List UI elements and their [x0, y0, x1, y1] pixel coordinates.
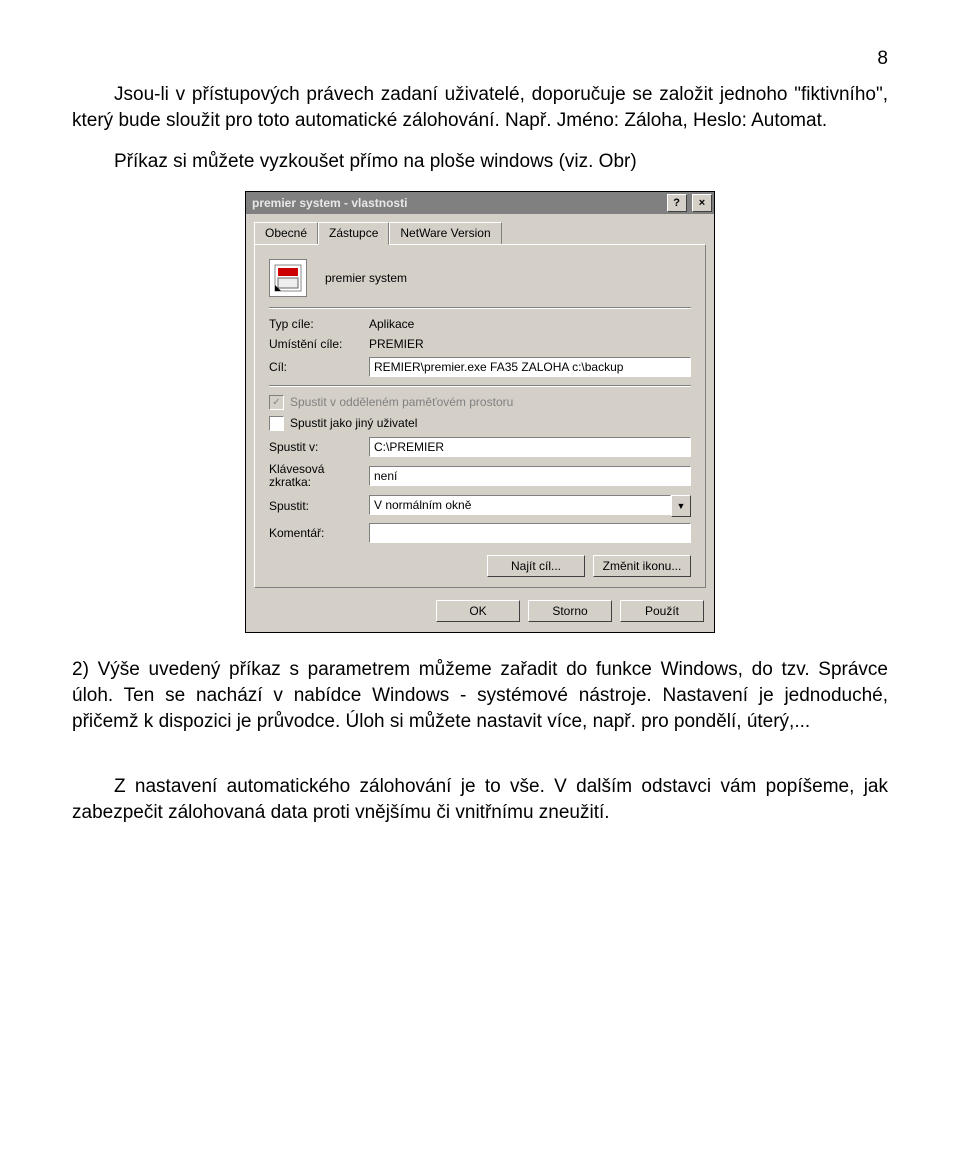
find-target-button[interactable]: Najít cíl...: [487, 555, 585, 577]
shortcut-panel: premier system Typ cíle: Aplikace Umístě…: [254, 244, 706, 588]
app-icon: [269, 259, 307, 297]
help-button[interactable]: ?: [667, 194, 687, 212]
run-as-label: Spustit jako jiný uživatel: [290, 416, 417, 430]
paragraph-4: Z nastavení automatického zálohování je …: [72, 774, 888, 825]
hotkey-input[interactable]: není: [369, 466, 691, 486]
apply-button[interactable]: Použít: [620, 600, 704, 622]
paragraph-2: Příkaz si můžete vyzkoušet přímo na ploš…: [72, 149, 888, 175]
target-type-value: Aplikace: [369, 317, 414, 331]
target-input[interactable]: REMIER\premier.exe FA35 ZALOHA c:\backup: [369, 357, 691, 377]
tab-general[interactable]: Obecné: [254, 222, 318, 244]
target-label: Cíl:: [269, 360, 369, 374]
separator: [269, 385, 691, 387]
separate-memory-label: Spustit v odděleném paměťovém prostoru: [290, 395, 513, 409]
paragraph-1: Jsou-li v přístupových právech zadaní už…: [72, 82, 888, 133]
ok-button[interactable]: OK: [436, 600, 520, 622]
page-number: 8: [72, 48, 888, 70]
chevron-down-icon[interactable]: ▼: [671, 495, 691, 517]
comment-input[interactable]: [369, 523, 691, 543]
run-as-checkbox[interactable]: [269, 416, 284, 431]
change-icon-button[interactable]: Změnit ikonu...: [593, 555, 691, 577]
separator: [269, 307, 691, 309]
start-in-input[interactable]: C:\PREMIER: [369, 437, 691, 457]
properties-dialog: premier system - vlastnosti ? × Obecné Z…: [245, 191, 715, 633]
close-button[interactable]: ×: [692, 194, 712, 212]
comment-label: Komentář:: [269, 526, 369, 540]
separate-memory-checkbox: ✓: [269, 395, 284, 410]
target-location-value: PREMIER: [369, 337, 424, 351]
start-in-label: Spustit v:: [269, 440, 369, 454]
paragraph-3: 2) Výše uvedený příkaz s parametrem může…: [72, 657, 888, 734]
run-select[interactable]: V normálním okně: [369, 495, 671, 515]
run-label: Spustit:: [269, 499, 369, 513]
tab-netware[interactable]: NetWare Version: [389, 222, 501, 244]
target-type-label: Typ cíle:: [269, 317, 369, 331]
cancel-button[interactable]: Storno: [528, 600, 612, 622]
titlebar: premier system - vlastnosti ? ×: [246, 192, 714, 214]
hotkey-label: Klávesová zkratka:: [269, 463, 369, 489]
target-location-label: Umístění cíle:: [269, 337, 369, 351]
tab-shortcut[interactable]: Zástupce: [318, 222, 389, 245]
window-title: premier system - vlastnosti: [252, 196, 407, 210]
app-name: premier system: [325, 271, 407, 285]
